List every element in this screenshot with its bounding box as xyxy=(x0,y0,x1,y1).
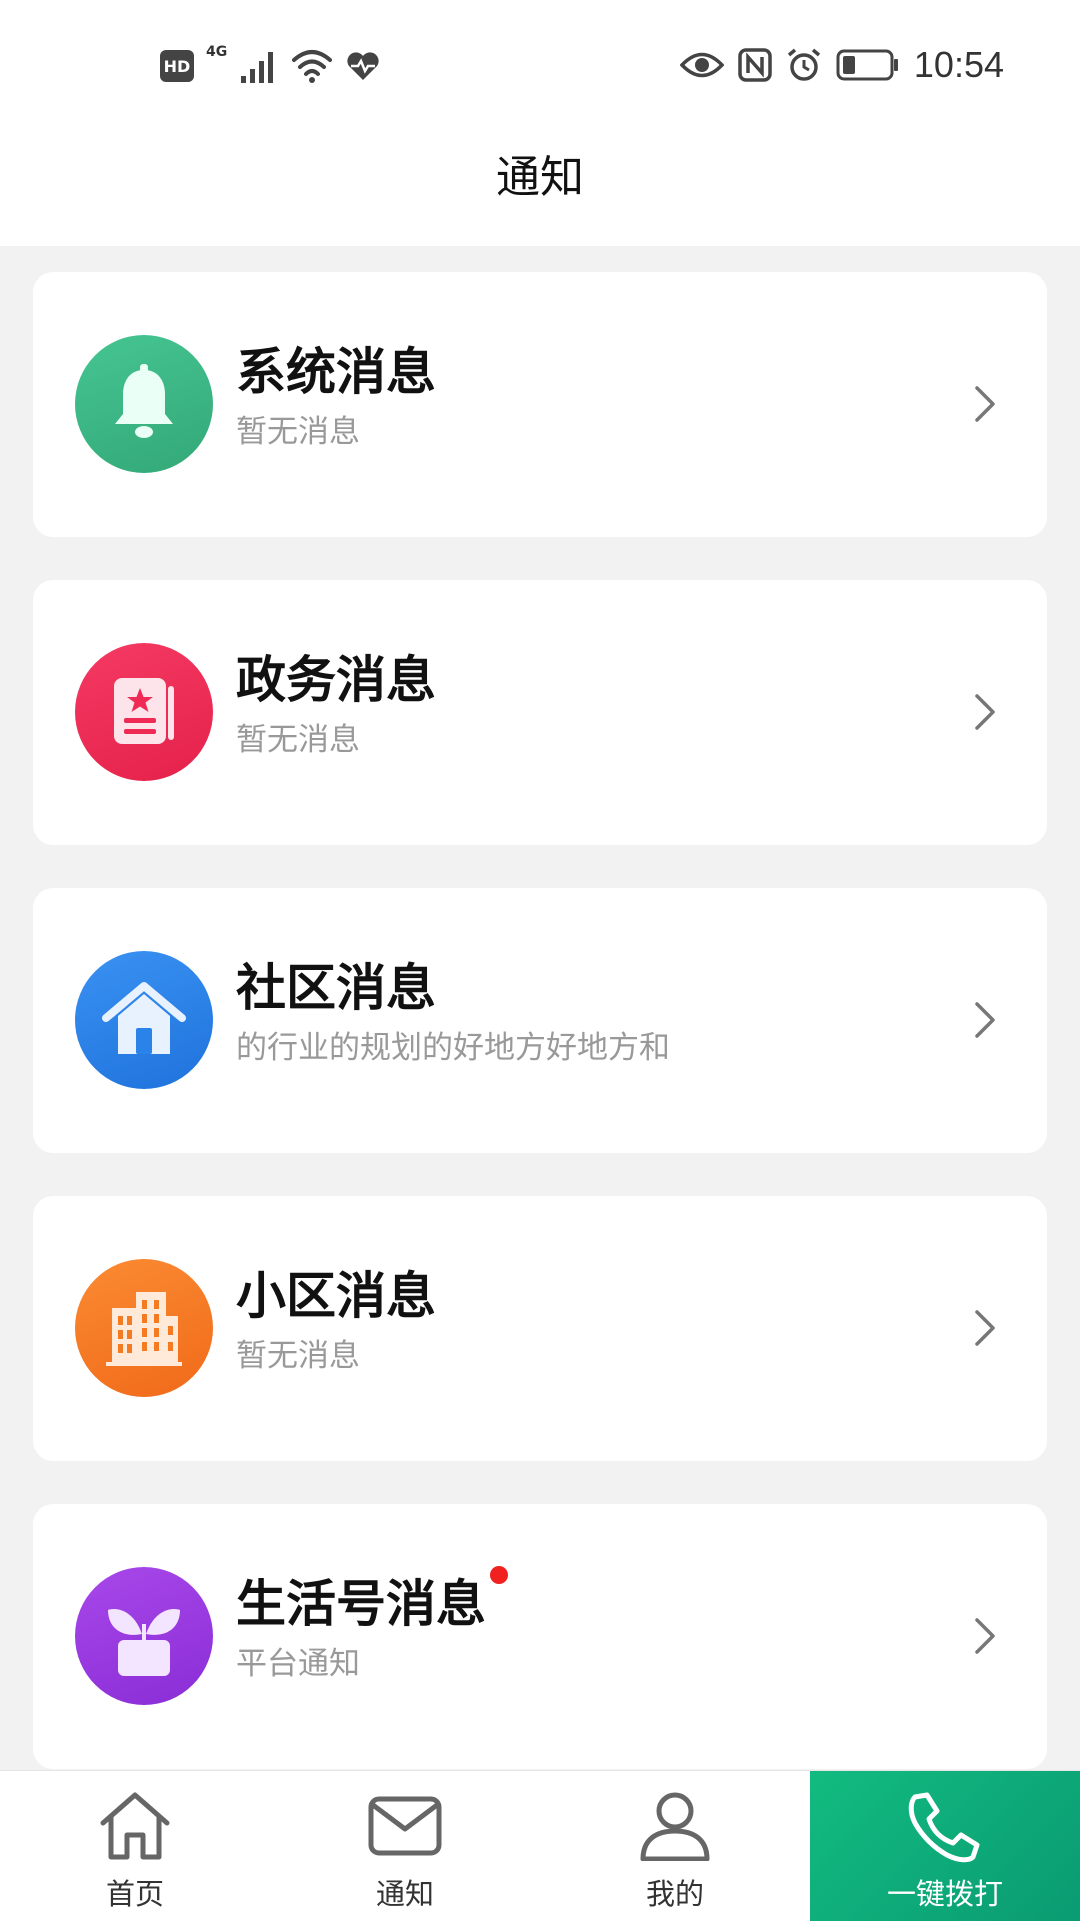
tab-label: 通知 xyxy=(375,1877,434,1911)
building-icon xyxy=(75,1259,213,1397)
user-icon xyxy=(640,1792,710,1861)
bell-icon xyxy=(75,335,213,473)
card-subtitle: 平台通知 xyxy=(236,1646,360,1682)
card-subtitle: 的行业的规划的好地方好地方和 xyxy=(236,1030,670,1066)
page-title: 通知 xyxy=(496,152,584,203)
chevron-right-icon xyxy=(975,1618,995,1654)
tab-label: 我的 xyxy=(645,1877,704,1911)
chevron-right-icon xyxy=(975,1310,995,1346)
mail-icon xyxy=(368,1796,442,1856)
signal-icon xyxy=(241,52,274,83)
card-system-message[interactable]: 系统消息 暂无消息 xyxy=(33,272,1047,537)
wifi-icon xyxy=(292,50,333,83)
page-header: 通知 xyxy=(0,140,1080,246)
alarm-icon xyxy=(787,48,821,81)
card-title: 政务消息 xyxy=(236,651,436,709)
chevron-right-icon xyxy=(975,694,995,730)
card-title-text: 生活号消息 xyxy=(236,1575,486,1633)
tab-home[interactable]: 首页 xyxy=(0,1771,270,1921)
battery-icon xyxy=(836,49,898,81)
eye-icon xyxy=(679,52,724,78)
card-subtitle: 暂无消息 xyxy=(236,414,360,450)
document-star-icon xyxy=(75,643,213,781)
one-key-call-button[interactable]: 一键拨打 xyxy=(810,1771,1080,1921)
nfc-icon xyxy=(738,48,772,82)
card-subtitle: 暂无消息 xyxy=(236,722,360,758)
clock-time: 10:54 xyxy=(913,44,1004,85)
card-government-message[interactable]: 政务消息 暂无消息 xyxy=(33,580,1047,845)
house-icon xyxy=(75,951,213,1089)
card-community-message[interactable]: 社区消息 的行业的规划的好地方好地方和 xyxy=(33,888,1047,1153)
tab-label: 首页 xyxy=(105,1877,164,1911)
status-right: 10:54 xyxy=(679,44,1004,86)
chevron-right-icon xyxy=(975,386,995,422)
phone-icon xyxy=(908,1792,980,1863)
home-icon xyxy=(100,1792,170,1860)
card-title: 生活号消息 xyxy=(236,1564,508,1636)
card-subtitle: 暂无消息 xyxy=(236,1338,360,1374)
unread-dot xyxy=(490,1566,508,1584)
health-heart-icon xyxy=(347,52,379,80)
card-title: 系统消息 xyxy=(236,343,436,401)
hd-badge: HD xyxy=(160,50,194,82)
network-type: 4G xyxy=(206,44,228,60)
tab-label: 一键拨打 xyxy=(886,1877,1003,1911)
tab-notice[interactable]: 通知 xyxy=(270,1771,540,1921)
tab-mine[interactable]: 我的 xyxy=(540,1771,810,1921)
card-life-account-message[interactable]: 生活号消息 平台通知 xyxy=(33,1504,1047,1769)
plant-icon xyxy=(75,1567,213,1705)
card-title: 小区消息 xyxy=(236,1267,436,1325)
chevron-right-icon xyxy=(975,1002,995,1038)
status-bar: HD 4G 10:54 xyxy=(0,0,1080,140)
card-residential-message[interactable]: 小区消息 暂无消息 xyxy=(33,1196,1047,1461)
card-title: 社区消息 xyxy=(236,959,436,1017)
status-left: HD 4G xyxy=(160,44,381,84)
bottom-tab-bar: 首页 通知 我的 一键拨打 xyxy=(0,1770,1080,1921)
